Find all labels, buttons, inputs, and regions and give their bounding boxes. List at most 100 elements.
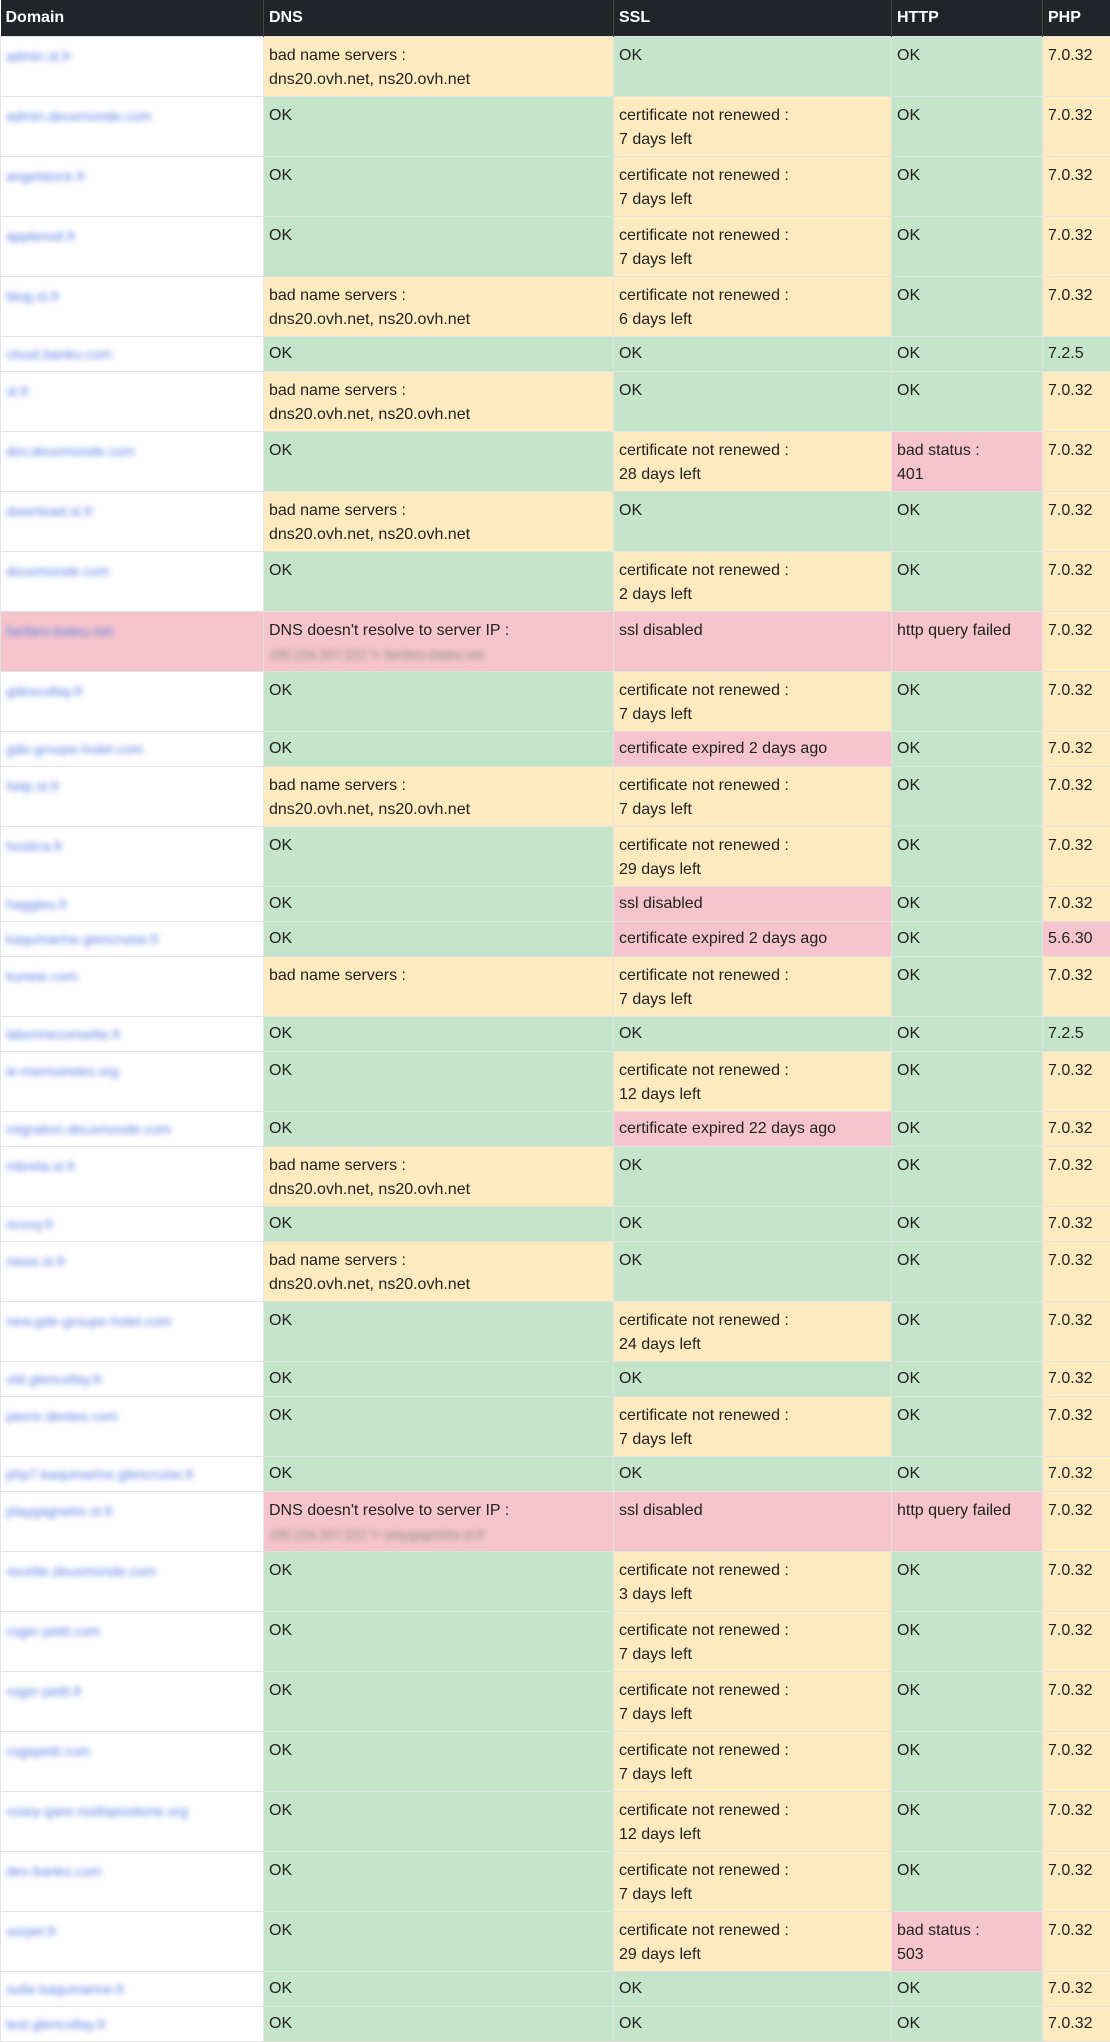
http-status-text: OK	[897, 774, 1037, 798]
cell-dns: bad name servers :dns20.ovh.net, ns20.ov…	[264, 277, 614, 337]
domain-link[interactable]: admin.st.fr	[6, 48, 71, 64]
domain-link[interactable]: gde-groupe-hotel.com	[6, 741, 143, 757]
domain-link[interactable]: old.glencollay.fr	[6, 1371, 102, 1387]
ssl-detail-text: 3 days left	[619, 1583, 886, 1607]
cell-php: 7.0.32	[1043, 372, 1110, 432]
table-row: mbrela.st.frbad name servers :dns20.ovh.…	[1, 1147, 1110, 1207]
cell-http: OK	[892, 372, 1043, 432]
domain-link[interactable]: new.gde-groupe-hotel.com	[6, 1313, 172, 1329]
cell-ssl: OK	[614, 337, 892, 372]
domain-link[interactable]: rogepetit.com	[6, 1743, 91, 1759]
domain-link[interactable]: kuneie.com	[6, 968, 78, 984]
dns-status-text: OK	[269, 559, 608, 583]
cell-php: 7.0.32	[1043, 957, 1110, 1017]
domain-link[interactable]: le-memoiretes.org	[6, 1063, 119, 1079]
cell-http: OK	[892, 277, 1043, 337]
domain-link[interactable]: admin.deuxmonde.com	[6, 108, 152, 124]
http-status-text: OK	[897, 2012, 1037, 2036]
domain-link[interactable]: playgagnelre.st.fr	[6, 1503, 113, 1519]
dns-status-text: OK	[269, 164, 608, 188]
domain-link[interactable]: roger-petit.com	[6, 1623, 100, 1639]
cell-dns: OK	[264, 432, 614, 492]
domain-link[interactable]: recette.deuxmonde.com	[6, 1563, 156, 1579]
dns-status-text: OK	[269, 1117, 608, 1141]
dns-status-text: OK	[269, 1462, 608, 1486]
domain-link[interactable]: st.fr	[6, 383, 29, 399]
cell-http: OK	[892, 552, 1043, 612]
php-status-text: 7.0.32	[1048, 439, 1105, 463]
http-status-text: OK	[897, 737, 1037, 761]
http-status-text: OK	[897, 44, 1037, 68]
ssl-detail-text: 2 days left	[619, 583, 886, 607]
header-ssl: SSL	[614, 0, 892, 37]
cell-php: 7.0.32	[1043, 37, 1110, 97]
dns-status-text: bad name servers :	[269, 284, 608, 308]
table-row: apptenoit.frOKcertificate not renewed :7…	[1, 217, 1110, 277]
dns-status-text: OK	[269, 104, 608, 128]
cell-dns: OK	[264, 732, 614, 767]
domain-link[interactable]: php7.kaqumarine.glencruise.fr	[6, 1466, 194, 1482]
php-status-text: 7.0.32	[1048, 1462, 1105, 1486]
cell-http: http query failed	[892, 1492, 1043, 1552]
cell-domain: admin.st.fr	[1, 37, 264, 97]
domain-link[interactable]: hostica.fr	[6, 838, 63, 854]
cell-domain: migration.deuxmonde.com	[1, 1112, 264, 1147]
cell-http: OK	[892, 1612, 1043, 1672]
cell-ssl: certificate not renewed :24 days left	[614, 1302, 892, 1362]
domain-link[interactable]: migration.deuxmonde.com	[6, 1121, 171, 1137]
domain-link[interactable]: sorpel.fr	[6, 1923, 57, 1939]
php-status-text: 7.0.32	[1048, 834, 1105, 858]
cell-ssl: certificate not renewed :7 days left	[614, 1397, 892, 1457]
domain-link[interactable]: dev.deuxmonde.com	[6, 443, 135, 459]
table-row: roger-petit.comOKcertificate not renewed…	[1, 1612, 1110, 1672]
dns-status-text: bad name servers :	[269, 1249, 608, 1273]
cell-dns: OK	[264, 1912, 614, 1972]
domain-link[interactable]: fanfare-bateu.net	[6, 623, 113, 639]
cell-dns: OK	[264, 1972, 614, 2007]
cell-http: OK	[892, 1242, 1043, 1302]
domain-link[interactable]: roger-petit.fr	[6, 1683, 82, 1699]
domain-link[interactable]: suite.kaqumarine.fr	[6, 1981, 125, 1997]
cell-ssl: ssl disabled	[614, 887, 892, 922]
cell-domain: news.st.fr	[1, 1242, 264, 1302]
domain-link[interactable]: deuxmonde.com	[6, 563, 110, 579]
domain-link[interactable]: haggies.fr	[6, 896, 67, 912]
cell-dns: bad name servers :dns20.ovh.net, ns20.ov…	[264, 767, 614, 827]
cell-http: OK	[892, 1112, 1043, 1147]
cell-dns: OK	[264, 552, 614, 612]
cell-http: OK	[892, 1552, 1043, 1612]
php-status-text: 7.2.5	[1048, 1022, 1105, 1046]
php-status-text: 7.0.32	[1048, 224, 1105, 248]
php-status-text: 7.0.32	[1048, 1367, 1105, 1391]
cell-ssl: certificate not renewed :7 days left	[614, 97, 892, 157]
domain-link[interactable]: apptenoit.fr	[6, 228, 76, 244]
domain-link[interactable]: news.st.fr	[6, 1253, 66, 1269]
domain-link[interactable]: cloud.banko.com	[6, 346, 112, 362]
domain-link[interactable]: rosey-gare-nodispositorie.org	[6, 1803, 188, 1819]
php-status-text: 7.0.32	[1048, 774, 1105, 798]
cell-http: OK	[892, 887, 1043, 922]
cell-ssl: certificate not renewed :7 days left	[614, 672, 892, 732]
dns-status-text: OK	[269, 1059, 608, 1083]
domain-link[interactable]: dev-banko.com	[6, 1863, 102, 1879]
domain-link[interactable]: ncovy.fr	[6, 1216, 54, 1232]
cell-dns: OK	[264, 1552, 614, 1612]
domain-link[interactable]: angelstock.fr	[6, 168, 85, 184]
domain-link[interactable]: help.st.fr	[6, 778, 60, 794]
cell-php: 7.0.32	[1043, 157, 1110, 217]
cell-ssl: OK	[614, 1207, 892, 1242]
domain-link[interactable]: labonneconsette.fr	[6, 1026, 121, 1042]
domain-link[interactable]: blog.st.fr	[6, 288, 60, 304]
table-row: roger-petit.frOKcertificate not renewed …	[1, 1672, 1110, 1732]
dns-status-text: OK	[269, 1679, 608, 1703]
cell-http: OK	[892, 1972, 1043, 2007]
domain-link[interactable]: gdevcollay.fr	[6, 683, 84, 699]
domain-link[interactable]: pierre.dentes.com	[6, 1408, 118, 1424]
domain-link[interactable]: test.glencollay.fr	[6, 2016, 106, 2032]
domain-link[interactable]: mbrela.st.fr	[6, 1158, 76, 1174]
domain-link[interactable]: kaqumarine.glencruise.fr	[6, 931, 159, 947]
domain-link[interactable]: download.st.fr	[6, 503, 93, 519]
cell-domain: fanfare-bateu.net	[1, 612, 264, 672]
http-status-text: OK	[897, 1679, 1037, 1703]
dns-status-text: OK	[269, 1739, 608, 1763]
